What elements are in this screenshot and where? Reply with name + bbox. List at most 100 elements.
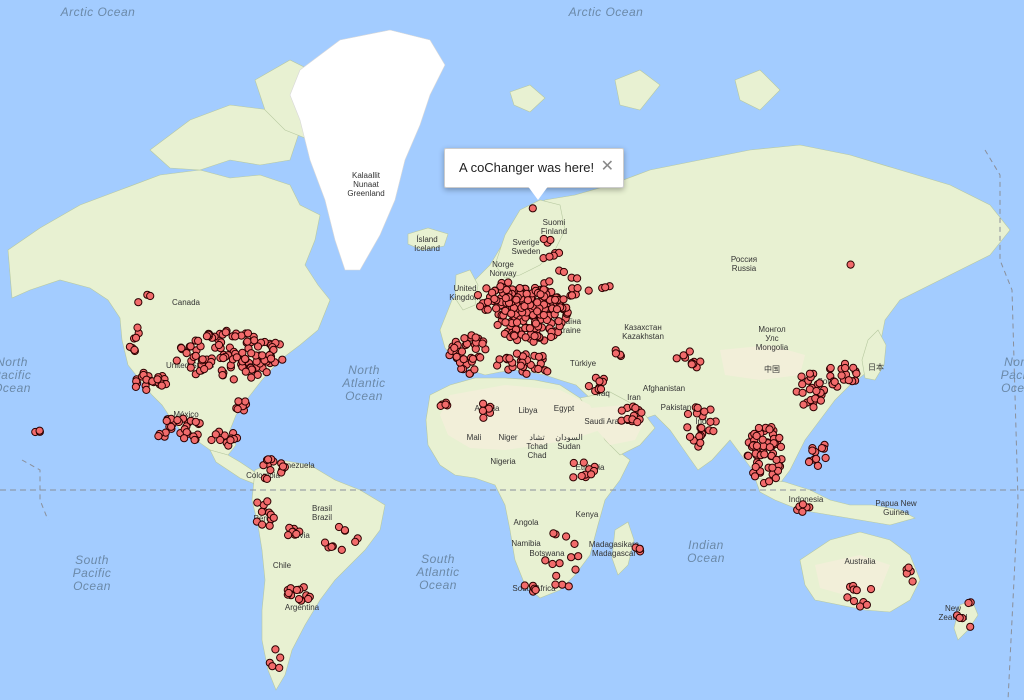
world-map[interactable]: Arctic OceanArctic OceanNorthPacificOcea… (0, 0, 1024, 700)
location-marker[interactable] (35, 426, 44, 435)
location-marker[interactable] (512, 318, 522, 327)
location-marker[interactable] (545, 252, 554, 261)
location-marker[interactable] (546, 235, 555, 245)
location-marker[interactable] (521, 333, 530, 342)
location-marker[interactable] (226, 436, 235, 445)
location-marker[interactable] (167, 422, 176, 431)
location-marker[interactable] (574, 552, 583, 561)
location-marker[interactable] (697, 423, 706, 433)
location-marker[interactable] (131, 333, 141, 342)
location-marker[interactable] (744, 451, 753, 460)
location-marker[interactable] (502, 285, 511, 294)
location-marker[interactable] (262, 368, 271, 377)
location-marker[interactable] (844, 376, 853, 385)
location-marker[interactable] (765, 477, 774, 486)
location-marker[interactable] (284, 588, 293, 598)
location-marker[interactable] (573, 274, 582, 283)
location-marker[interactable] (776, 442, 786, 451)
location-marker[interactable] (522, 369, 531, 378)
location-marker[interactable] (153, 375, 162, 384)
location-marker[interactable] (258, 520, 267, 529)
location-marker[interactable] (539, 234, 548, 244)
location-marker[interactable] (685, 432, 695, 441)
location-marker[interactable] (843, 593, 852, 602)
location-marker[interactable] (284, 531, 293, 540)
location-marker[interactable] (218, 371, 227, 380)
location-marker[interactable] (551, 580, 560, 589)
location-marker[interactable] (752, 431, 761, 440)
location-marker[interactable] (202, 332, 211, 341)
location-marker[interactable] (765, 443, 775, 452)
location-marker[interactable] (173, 416, 182, 425)
location-marker[interactable] (483, 305, 492, 314)
location-marker[interactable] (214, 340, 224, 350)
location-marker[interactable] (596, 385, 606, 394)
location-marker[interactable] (292, 585, 301, 595)
location-marker[interactable] (693, 403, 702, 412)
location-marker[interactable] (569, 473, 578, 482)
location-marker[interactable] (510, 331, 519, 340)
location-marker[interactable] (552, 305, 562, 314)
location-marker[interactable] (685, 347, 694, 356)
location-marker[interactable] (468, 354, 477, 363)
location-marker[interactable] (552, 571, 561, 580)
location-marker[interactable] (543, 367, 552, 376)
location-marker[interactable] (546, 332, 556, 342)
location-marker[interactable] (512, 295, 521, 304)
location-marker[interactable] (304, 594, 313, 604)
location-marker[interactable] (559, 295, 568, 304)
location-marker[interactable] (146, 291, 155, 301)
location-marker[interactable] (856, 602, 865, 611)
location-marker[interactable] (812, 454, 821, 463)
location-marker[interactable] (559, 267, 569, 277)
location-marker[interactable] (577, 471, 586, 481)
location-marker[interactable] (611, 349, 621, 358)
location-marker[interactable] (812, 386, 821, 396)
location-marker[interactable] (849, 597, 859, 606)
location-marker[interactable] (516, 361, 525, 370)
location-marker[interactable] (180, 434, 189, 443)
location-marker[interactable] (567, 553, 576, 562)
location-marker[interactable] (476, 302, 485, 311)
location-marker[interactable] (266, 354, 276, 363)
location-marker[interactable] (830, 377, 839, 386)
location-marker[interactable] (478, 339, 487, 348)
location-marker[interactable] (908, 577, 917, 586)
location-marker[interactable] (190, 435, 199, 445)
location-marker[interactable] (531, 319, 541, 328)
location-marker[interactable] (754, 423, 764, 433)
location-marker[interactable] (231, 332, 240, 341)
location-marker[interactable] (278, 355, 287, 364)
location-marker[interactable] (476, 353, 485, 362)
location-marker[interactable] (772, 455, 781, 464)
location-marker[interactable] (750, 472, 760, 481)
location-marker[interactable] (525, 324, 535, 333)
location-marker[interactable] (258, 351, 267, 360)
location-marker[interactable] (955, 613, 964, 623)
location-marker[interactable] (555, 559, 564, 568)
location-marker[interactable] (271, 645, 280, 654)
location-marker[interactable] (573, 284, 582, 293)
location-marker[interactable] (706, 417, 715, 426)
location-marker[interactable] (587, 470, 596, 479)
location-marker[interactable] (528, 204, 537, 213)
location-marker[interactable] (471, 333, 480, 342)
location-marker[interactable] (595, 377, 604, 386)
location-marker[interactable] (459, 355, 468, 364)
location-marker[interactable] (247, 373, 256, 382)
location-marker[interactable] (567, 291, 577, 300)
location-marker[interactable] (815, 379, 824, 388)
location-marker[interactable] (798, 500, 808, 509)
location-marker[interactable] (760, 450, 769, 459)
location-marker[interactable] (584, 286, 593, 295)
location-marker[interactable] (683, 409, 693, 419)
location-marker[interactable] (247, 349, 256, 358)
location-marker[interactable] (635, 544, 644, 553)
location-marker[interactable] (554, 317, 563, 326)
location-marker[interactable] (536, 290, 545, 299)
location-marker[interactable] (798, 388, 807, 397)
location-marker[interactable] (460, 334, 469, 343)
location-marker[interactable] (570, 539, 579, 549)
location-marker[interactable] (182, 349, 191, 358)
location-marker[interactable] (852, 586, 861, 595)
